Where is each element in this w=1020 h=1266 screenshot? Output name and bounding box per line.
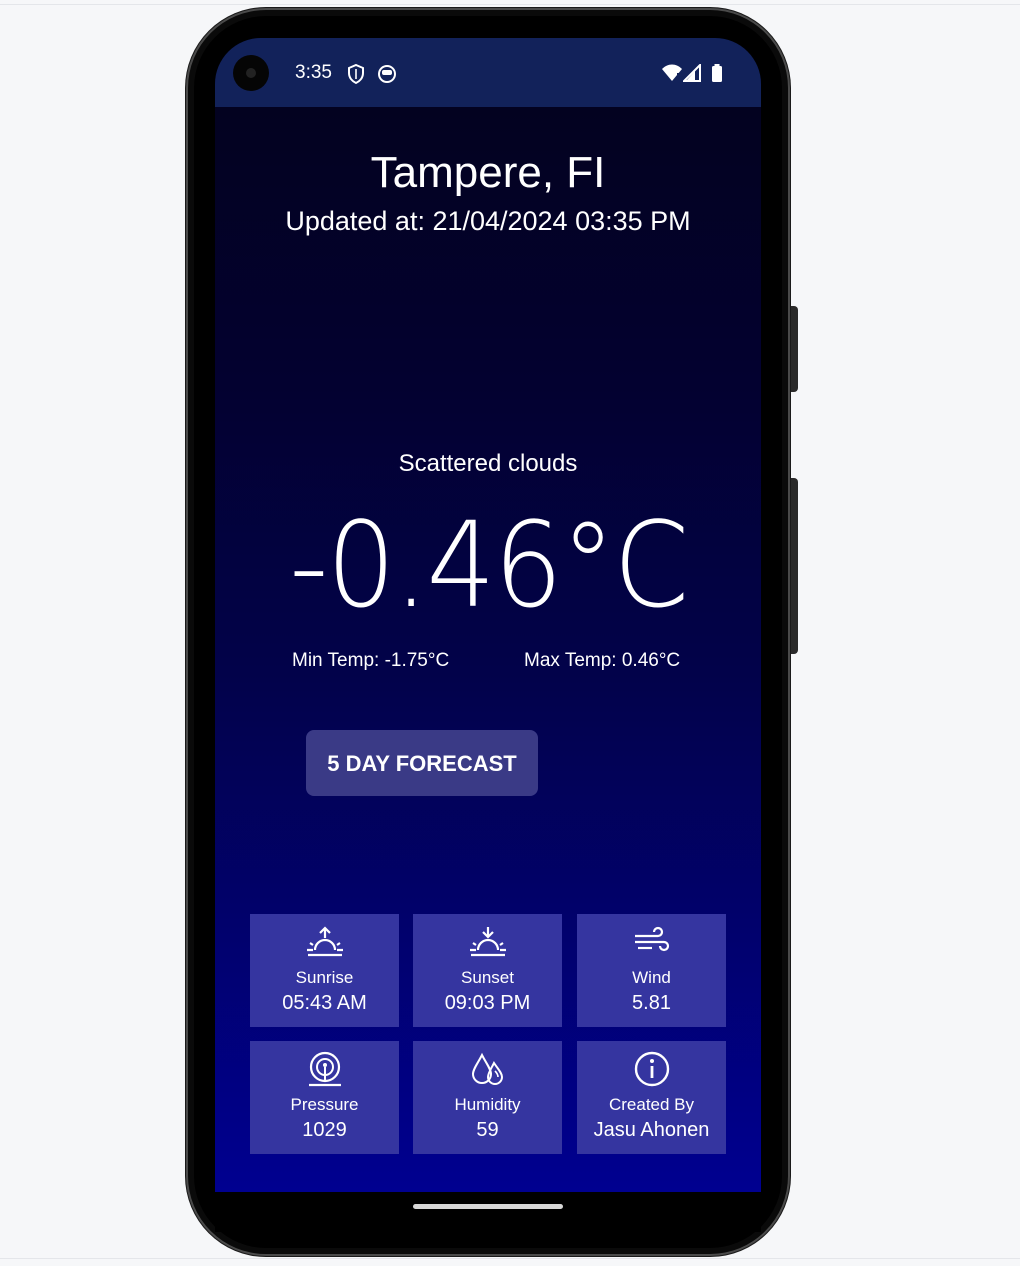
tile-value: Jasu Ahonen (593, 1119, 710, 1141)
sunset-icon (469, 927, 506, 957)
home-gesture-bar[interactable] (413, 1204, 563, 1209)
tile-sunset: Sunset 09:03 PM (413, 914, 562, 1027)
tile-label: Humidity (454, 1095, 521, 1114)
battery-icon (712, 64, 722, 82)
page-bottom-divider (0, 1258, 1020, 1259)
tile-label: Wind (632, 968, 671, 987)
signal-icon (683, 64, 701, 82)
current-temperature: -0.46°C (215, 496, 761, 634)
navigation-bar (215, 1192, 761, 1232)
info-icon (634, 1051, 669, 1087)
tile-humidity: Humidity 59 (413, 1041, 562, 1154)
tile-label: Created By (608, 1095, 695, 1114)
humidity-icon (471, 1052, 503, 1085)
tile-value: 09:03 PM (444, 992, 531, 1014)
tile-sunrise: Sunrise 05:43 AM (250, 914, 399, 1027)
status-clock: 3:35 (295, 62, 332, 83)
tile-value: 1029 (302, 1119, 347, 1141)
temperature-value: -0.46°C (288, 496, 689, 634)
face-icon (378, 65, 396, 83)
min-temp: Min Temp: -1.75°C (292, 650, 450, 671)
tile-label: Sunset (461, 968, 514, 987)
app-screen: 3:35 Tampere, FI Updated at: 21/04/2024 … (215, 38, 761, 1192)
tile-pressure: Pressure 1029 (250, 1041, 399, 1154)
status-bar: 3:35 (215, 38, 761, 107)
page-top-divider (0, 4, 1020, 5)
updated-at: Updated at: 21/04/2024 03:35 PM (285, 206, 691, 236)
tile-value: 5.81 (632, 992, 671, 1014)
pressure-icon (308, 1051, 341, 1087)
tile-value: 59 (476, 1119, 499, 1141)
sunrise-icon (306, 926, 343, 957)
city-name: Tampere, FI (370, 148, 606, 197)
tile-wind: Wind 5.81 (577, 914, 726, 1027)
tile-value: 05:43 AM (282, 992, 367, 1014)
tile-created-by: Created By Jasu Ahonen (577, 1041, 726, 1154)
wind-icon (634, 926, 669, 952)
tile-label: Sunrise (295, 968, 354, 987)
weather-description: Scattered clouds (398, 450, 578, 477)
front-camera (233, 55, 269, 91)
five-day-forecast-button[interactable]: 5 DAY FORECAST (306, 730, 538, 796)
tile-label: Pressure (290, 1095, 359, 1114)
shield-icon (348, 64, 364, 84)
wifi-icon (662, 64, 682, 81)
max-temp: Max Temp: 0.46°C (524, 650, 681, 671)
